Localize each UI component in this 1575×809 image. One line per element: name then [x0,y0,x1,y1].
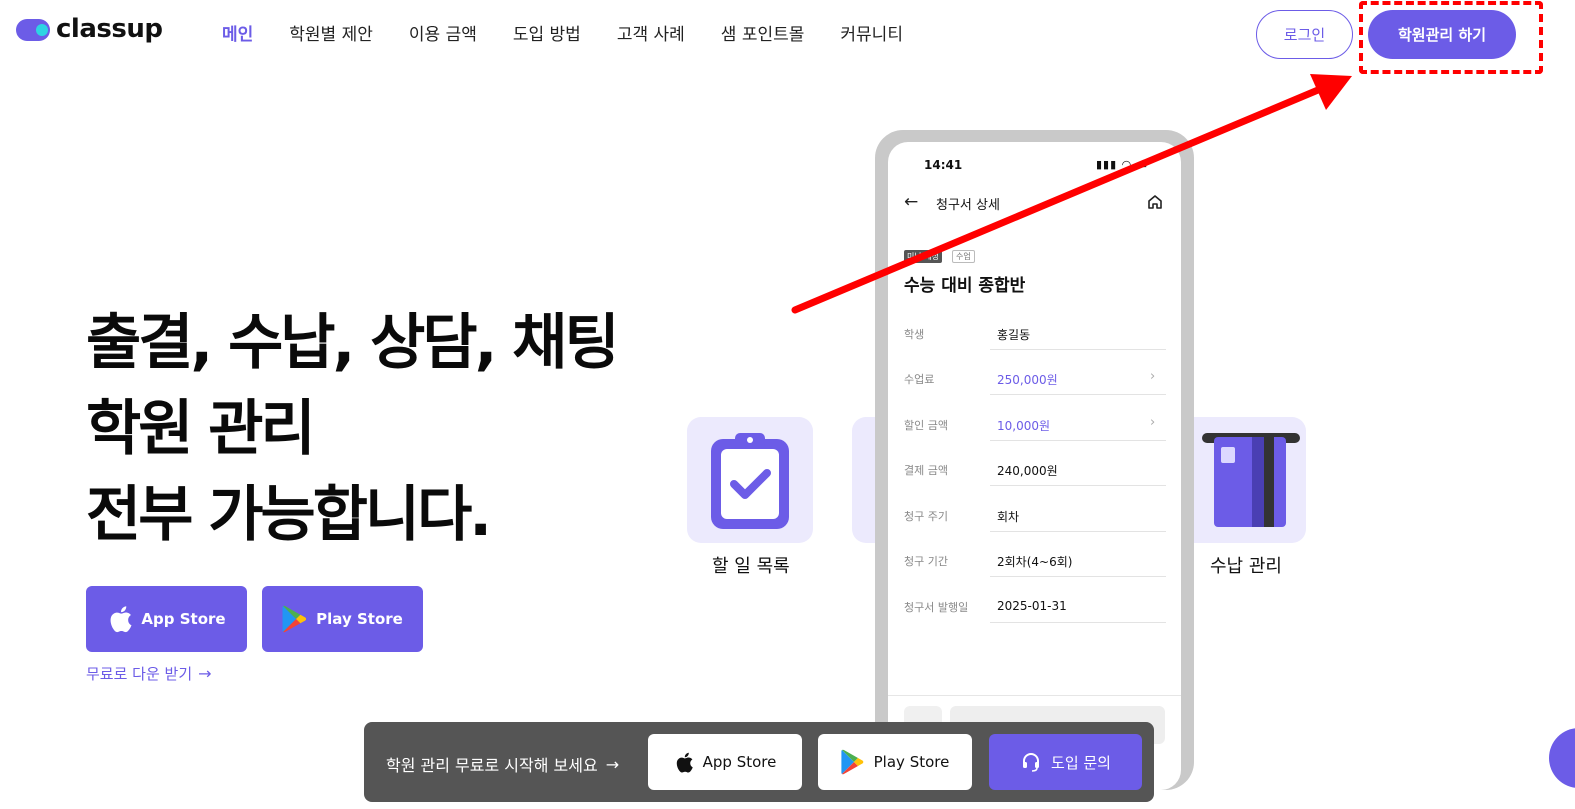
home-icon[interactable] [1146,193,1164,215]
row-value: 240,000원 [997,464,1058,478]
todo-list-tile[interactable] [687,417,813,543]
app-store-label: App Store [141,610,226,628]
hero-title: 출결, 수납, 상담, 채팅 학원 관리 전부 가능합니다. [86,300,646,558]
arrow-right-icon: → [605,754,620,774]
nav-item-point-mall[interactable]: 샘 포인트몰 [721,20,805,45]
invoice-row[interactable]: 수업료 250,000원 › [888,369,1181,417]
bottom-cta-text[interactable]: 학원 관리 무료로 시작해 보세요 → [386,752,619,776]
course-name: 수능 대비 종합반 [904,276,1026,296]
google-play-icon [282,605,308,633]
bottom-cta-label: 학원 관리 무료로 시작해 보세요 [386,756,598,775]
chat-floating-button[interactable] [1549,728,1575,788]
bottom-app-store-button[interactable]: App Store [648,734,802,790]
row-label: 청구 주기 [904,510,948,523]
row-value: 2회차(4~6회) [997,555,1073,569]
row-label: 청구서 발행일 [904,601,969,614]
nav-item-main[interactable]: 메인 [222,20,253,45]
status-badge: 미납 예정 [904,250,942,263]
hero-title-line-1: 출결, 수납, 상담, 채팅 [86,308,620,378]
chevron-right-icon: › [1150,369,1156,384]
screen-title: 청구서 상세 [936,198,1000,213]
nav-item-academy-proposal[interactable]: 학원별 제안 [289,20,373,45]
payment-label: 수납 관리 [1210,556,1282,577]
inquiry-button[interactable]: 도입 문의 [989,734,1142,790]
row-value: 250,000원 [997,373,1058,387]
nav-item-cases[interactable]: 고객 사례 [617,20,685,45]
invoice-row: 청구서 발행일 2025-01-31 [888,599,1181,645]
login-button[interactable]: 로그인 [1256,10,1353,59]
headset-icon [1020,751,1042,773]
google-play-icon [841,749,865,775]
chevron-right-icon: › [1150,415,1156,430]
back-arrow-icon[interactable]: ← [904,192,918,212]
hero-title-line-2: 학원 관리 [86,394,316,464]
inquiry-label: 도입 문의 [1051,753,1111,772]
row-label: 청구 기간 [904,555,948,568]
nav-item-adoption[interactable]: 도입 방법 [513,20,581,45]
row-value: 2025-01-31 [997,599,1067,613]
phone-screen: 14:41 ▮▮▮ ◠ ▭ ← 청구서 상세 미납 예정 수업 수능 대비 종합… [888,142,1181,790]
classup-logo[interactable]: classup [16,14,163,44]
apple-icon [674,751,694,774]
row-value: 10,000원 [997,419,1051,433]
nav-item-pricing[interactable]: 이용 금액 [409,20,477,45]
row-label: 결제 금액 [904,464,948,477]
bottom-app-store-label: App Store [702,753,777,771]
main-nav: 메인 학원별 제안 이용 금액 도입 방법 고객 사례 샘 포인트몰 커뮤니티 [222,20,939,45]
screen-footer-divider [888,695,1181,696]
logo-mark-icon [16,15,50,43]
invoice-row: 결제 금액 240,000원 [888,462,1181,508]
logo-text: classup [56,14,163,44]
annotation-highlight-box [1359,1,1543,74]
play-store-label: Play Store [316,610,403,628]
payment-tile[interactable] [1180,417,1306,543]
invoice-row: 청구 주기 회차 [888,508,1181,554]
status-time: 14:41 [924,158,963,172]
play-store-button[interactable]: Play Store [262,586,423,652]
nav-item-community[interactable]: 커뮤니티 [840,20,903,45]
row-label: 수업료 [904,373,935,386]
row-value: 홍길동 [997,328,1031,342]
top-header: classup 메인 학원별 제안 이용 금액 도입 방법 고객 사례 샘 포인… [0,0,1575,70]
apple-icon [107,604,133,634]
clipboard-check-icon [711,433,789,529]
type-badge: 수업 [952,250,975,263]
bottom-cta-bar: 학원 관리 무료로 시작해 보세요 → App Store Play Store… [364,722,1154,802]
arrow-right-icon: → [198,664,212,683]
hero-title-line-3: 전부 가능합니다. [86,480,492,550]
invoice-row: 청구 기간 2회차(4~6회) [888,553,1181,599]
bottom-play-store-button[interactable]: Play Store [818,734,972,790]
row-label: 할인 금액 [904,419,948,432]
app-store-button[interactable]: App Store [86,586,247,652]
free-download-label: 무료로 다운 받기 [86,665,193,683]
card-icon [1202,433,1300,527]
free-download-link[interactable]: 무료로 다운 받기 → [86,663,212,684]
status-signal-icon: ▮▮▮ ◠ ▭ [1096,158,1149,171]
invoice-row: 학생 홍길동 [888,326,1181,372]
invoice-row[interactable]: 할인 금액 10,000원 › [888,415,1181,463]
todo-list-label: 할 일 목록 [712,556,790,577]
row-value: 회차 [997,510,1020,524]
row-label: 학생 [904,328,925,341]
bottom-play-store-label: Play Store [873,753,950,771]
